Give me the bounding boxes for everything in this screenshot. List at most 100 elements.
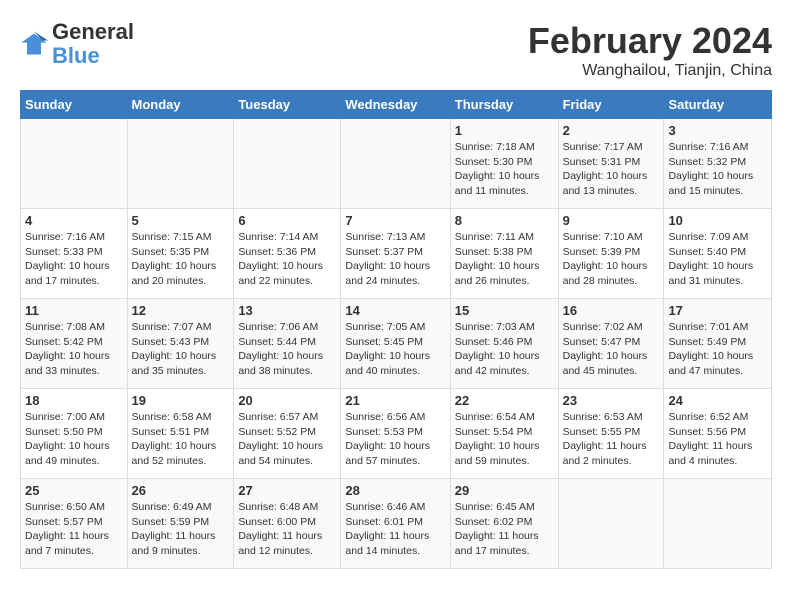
calendar-cell: 28Sunrise: 6:46 AMSunset: 6:01 PMDayligh… (341, 479, 450, 569)
calendar-cell: 16 Sunrise: 7:02 AMSunset: 5:47 PMDayligh… (558, 299, 664, 389)
day-number: 9 (563, 213, 660, 228)
week-row-4: 18 Sunrise: 7:00 AMSunset: 5:50 PMDayligh… (21, 389, 772, 479)
calendar-cell: 11Sunrise: 7:08 AMSunset: 5:42 PMDayligh… (21, 299, 128, 389)
day-number: 29 (455, 483, 554, 498)
week-row-3: 11Sunrise: 7:08 AMSunset: 5:42 PMDayligh… (21, 299, 772, 389)
calendar-cell: 29 Sunrise: 6:45 AMSunset: 6:02 PMDayligh… (450, 479, 558, 569)
day-info: Sunrise: 7:02 AMSunset: 5:47 PMDaylight:… (563, 320, 660, 379)
calendar-cell: 10 Sunrise: 7:09 AMSunset: 5:40 PMDayligh… (664, 209, 772, 299)
logo: General Blue (20, 20, 134, 68)
day-number: 24 (668, 393, 767, 408)
day-info: Sunrise: 6:58 AMSunset: 5:51 PMDaylight:… (132, 410, 230, 469)
day-info: Sunrise: 6:46 AMSunset: 6:01 PMDaylight:… (345, 500, 445, 559)
day-number: 18 (25, 393, 123, 408)
month-title: February 2024 (528, 20, 772, 62)
calendar-cell (21, 119, 128, 209)
day-header-wednesday: Wednesday (341, 91, 450, 119)
calendar-cell: 1 Sunrise: 7:18 AMSunset: 5:30 PMDaylight… (450, 119, 558, 209)
calendar-cell (664, 479, 772, 569)
day-number: 16 (563, 303, 660, 318)
day-info: Sunrise: 7:17 AMSunset: 5:31 PMDaylight:… (563, 140, 660, 199)
calendar-cell: 14 Sunrise: 7:05 AMSunset: 5:45 PMDayligh… (341, 299, 450, 389)
calendar-cell (127, 119, 234, 209)
day-header-thursday: Thursday (450, 91, 558, 119)
week-row-2: 4 Sunrise: 7:16 AMSunset: 5:33 PMDaylight… (21, 209, 772, 299)
calendar-cell: 12 Sunrise: 7:07 AMSunset: 5:43 PMDayligh… (127, 299, 234, 389)
day-header-saturday: Saturday (664, 91, 772, 119)
day-number: 15 (455, 303, 554, 318)
calendar-cell: 21 Sunrise: 6:56 AMSunset: 5:53 PMDayligh… (341, 389, 450, 479)
day-number: 8 (455, 213, 554, 228)
day-header-row: SundayMondayTuesdayWednesdayThursdayFrid… (21, 91, 772, 119)
day-number: 2 (563, 123, 660, 138)
calendar-cell: 15 Sunrise: 7:03 AMSunset: 5:46 PMDayligh… (450, 299, 558, 389)
day-info: Sunrise: 6:53 AMSunset: 5:55 PMDaylight:… (563, 410, 660, 469)
logo-bird-icon (20, 30, 48, 58)
calendar-cell: 8 Sunrise: 7:11 AMSunset: 5:38 PMDaylight… (450, 209, 558, 299)
day-number: 21 (345, 393, 445, 408)
calendar-cell: 6 Sunrise: 7:14 AMSunset: 5:36 PMDaylight… (234, 209, 341, 299)
day-number: 5 (132, 213, 230, 228)
day-info: Sunrise: 7:01 AMSunset: 5:49 PMDaylight:… (668, 320, 767, 379)
location: Wanghailou, Tianjin, China (528, 62, 772, 80)
day-info: Sunrise: 7:06 AMSunset: 5:44 PMDaylight:… (238, 320, 336, 379)
calendar-cell: 20 Sunrise: 6:57 AMSunset: 5:52 PMDayligh… (234, 389, 341, 479)
calendar-cell (558, 479, 664, 569)
day-number: 10 (668, 213, 767, 228)
title-block: February 2024 Wanghailou, Tianjin, China (528, 20, 772, 80)
calendar-cell: 25 Sunrise: 6:50 AMSunset: 5:57 PMDayligh… (21, 479, 128, 569)
day-info: Sunrise: 7:18 AMSunset: 5:30 PMDaylight:… (455, 140, 554, 199)
calendar-cell: 22Sunrise: 6:54 AMSunset: 5:54 PMDayligh… (450, 389, 558, 479)
calendar-cell: 26 Sunrise: 6:49 AMSunset: 5:59 PMDayligh… (127, 479, 234, 569)
calendar-cell: 18 Sunrise: 7:00 AMSunset: 5:50 PMDayligh… (21, 389, 128, 479)
page-header: General Blue February 2024 Wanghailou, T… (20, 20, 772, 80)
day-number: 4 (25, 213, 123, 228)
day-info: Sunrise: 6:45 AMSunset: 6:02 PMDaylight:… (455, 500, 554, 559)
day-info: Sunrise: 7:15 AMSunset: 5:35 PMDaylight:… (132, 230, 230, 289)
day-number: 26 (132, 483, 230, 498)
day-info: Sunrise: 7:07 AMSunset: 5:43 PMDaylight:… (132, 320, 230, 379)
day-info: Sunrise: 7:16 AMSunset: 5:32 PMDaylight:… (668, 140, 767, 199)
day-number: 27 (238, 483, 336, 498)
day-info: Sunrise: 6:49 AMSunset: 5:59 PMDaylight:… (132, 500, 230, 559)
day-number: 20 (238, 393, 336, 408)
day-header-friday: Friday (558, 91, 664, 119)
calendar-cell: 4 Sunrise: 7:16 AMSunset: 5:33 PMDaylight… (21, 209, 128, 299)
day-number: 13 (238, 303, 336, 318)
day-info: Sunrise: 6:57 AMSunset: 5:52 PMDaylight:… (238, 410, 336, 469)
day-info: Sunrise: 7:14 AMSunset: 5:36 PMDaylight:… (238, 230, 336, 289)
day-number: 12 (132, 303, 230, 318)
day-number: 23 (563, 393, 660, 408)
day-info: Sunrise: 6:50 AMSunset: 5:57 PMDaylight:… (25, 500, 123, 559)
day-number: 11 (25, 303, 123, 318)
calendar-cell: 19 Sunrise: 6:58 AMSunset: 5:51 PMDayligh… (127, 389, 234, 479)
day-info: Sunrise: 7:05 AMSunset: 5:45 PMDaylight:… (345, 320, 445, 379)
calendar-cell: 7Sunrise: 7:13 AMSunset: 5:37 PMDaylight… (341, 209, 450, 299)
calendar-cell: 23 Sunrise: 6:53 AMSunset: 5:55 PMDayligh… (558, 389, 664, 479)
calendar-cell: 17 Sunrise: 7:01 AMSunset: 5:49 PMDayligh… (664, 299, 772, 389)
week-row-1: 1 Sunrise: 7:18 AMSunset: 5:30 PMDaylight… (21, 119, 772, 209)
day-number: 17 (668, 303, 767, 318)
day-number: 1 (455, 123, 554, 138)
day-number: 14 (345, 303, 445, 318)
day-number: 19 (132, 393, 230, 408)
calendar-cell: 27 Sunrise: 6:48 AMSunset: 6:00 PMDayligh… (234, 479, 341, 569)
day-info: Sunrise: 7:03 AMSunset: 5:46 PMDaylight:… (455, 320, 554, 379)
day-number: 6 (238, 213, 336, 228)
day-info: Sunrise: 6:52 AMSunset: 5:56 PMDaylight:… (668, 410, 767, 469)
day-info: Sunrise: 6:48 AMSunset: 6:00 PMDaylight:… (238, 500, 336, 559)
day-info: Sunrise: 6:56 AMSunset: 5:53 PMDaylight:… (345, 410, 445, 469)
week-row-5: 25 Sunrise: 6:50 AMSunset: 5:57 PMDayligh… (21, 479, 772, 569)
day-info: Sunrise: 7:09 AMSunset: 5:40 PMDaylight:… (668, 230, 767, 289)
day-number: 25 (25, 483, 123, 498)
calendar-cell: 2 Sunrise: 7:17 AMSunset: 5:31 PMDaylight… (558, 119, 664, 209)
day-info: Sunrise: 7:00 AMSunset: 5:50 PMDaylight:… (25, 410, 123, 469)
day-info: Sunrise: 7:16 AMSunset: 5:33 PMDaylight:… (25, 230, 123, 289)
calendar-cell: 13 Sunrise: 7:06 AMSunset: 5:44 PMDayligh… (234, 299, 341, 389)
calendar-cell (341, 119, 450, 209)
calendar-cell: 3Sunrise: 7:16 AMSunset: 5:32 PMDaylight… (664, 119, 772, 209)
day-header-monday: Monday (127, 91, 234, 119)
day-info: Sunrise: 7:13 AMSunset: 5:37 PMDaylight:… (345, 230, 445, 289)
day-info: Sunrise: 7:10 AMSunset: 5:39 PMDaylight:… (563, 230, 660, 289)
day-info: Sunrise: 7:11 AMSunset: 5:38 PMDaylight:… (455, 230, 554, 289)
